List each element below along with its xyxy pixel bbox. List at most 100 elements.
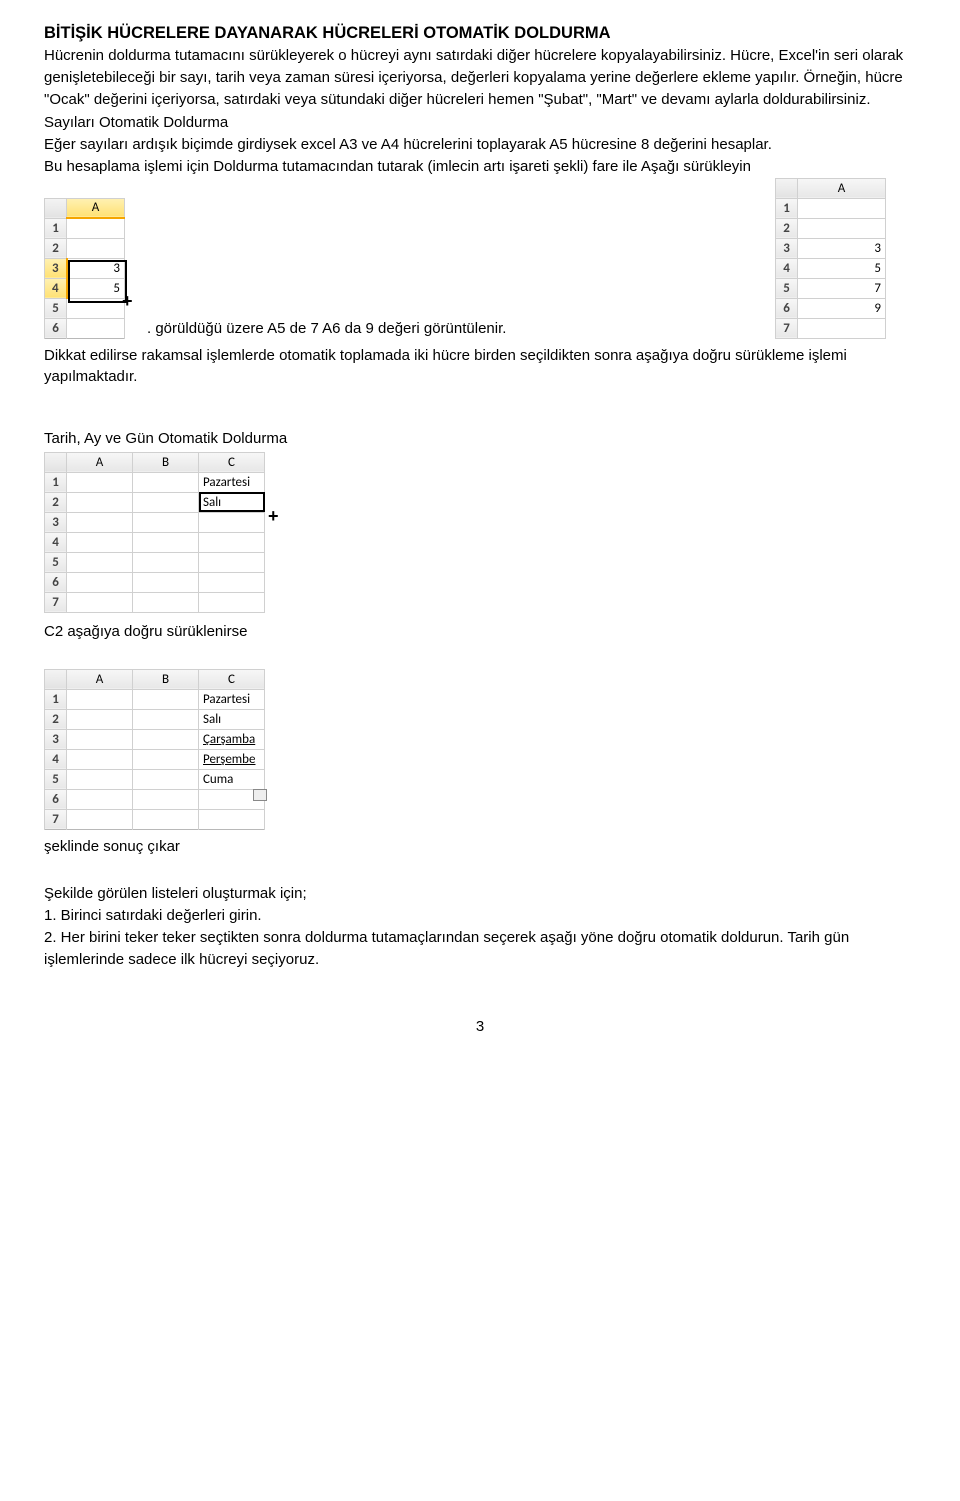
xl-row-header: 3 <box>45 258 67 278</box>
xl-cell <box>67 709 133 729</box>
xl-cell <box>67 512 133 532</box>
xl-row-header: 3 <box>45 512 67 532</box>
excel-snippet-1: A 1 2 33 45 5 6 + <box>44 198 125 339</box>
xl-row-header: 2 <box>45 238 67 258</box>
xl-corner <box>776 178 798 198</box>
paragraph-7: Şekilde görülen listeleri oluşturmak içi… <box>44 883 916 905</box>
xl-cell <box>67 492 133 512</box>
xl-cell <box>67 572 133 592</box>
xl-row-header: 6 <box>45 318 67 338</box>
xl-row-header: 1 <box>45 472 67 492</box>
xl-col-header: A <box>67 669 133 689</box>
xl-cell <box>67 789 133 809</box>
xl-row-header: 7 <box>45 809 67 829</box>
fill-handle-plus-icon: + <box>268 507 279 525</box>
excel-snippet-3: A B C 1Pazartesi 2Salı 3 4 5 6 7 + <box>44 452 265 613</box>
xl-row-header: 5 <box>45 769 67 789</box>
xl-row-header: 5 <box>45 298 67 318</box>
xl-row-header: 4 <box>45 532 67 552</box>
xl-corner <box>45 669 67 689</box>
xl-cell: 3 <box>67 258 125 278</box>
xl-row-header: 7 <box>45 592 67 612</box>
xl-cell <box>67 298 125 318</box>
xl-row-header: 2 <box>776 218 798 238</box>
xl-cell-selected: Salı <box>199 492 265 512</box>
xl-cell <box>67 809 133 829</box>
xl-cell: Salı <box>199 709 265 729</box>
xl-corner <box>45 198 67 218</box>
xl-cell <box>133 552 199 572</box>
xl-cell <box>133 592 199 612</box>
xl-cell <box>199 592 265 612</box>
xl-cell <box>798 218 886 238</box>
document-title: BİTİŞİK HÜCRELERE DAYANARAK HÜCRELERİ OT… <box>44 24 916 43</box>
paragraph-5: C2 aşağıya doğru sürüklenirse <box>44 621 916 643</box>
xl-row-header: 4 <box>45 278 67 298</box>
xl-row-header: 3 <box>45 729 67 749</box>
xl-cell: 5 <box>67 278 125 298</box>
xl-cell <box>133 532 199 552</box>
xl-cell: Çarşamba <box>199 729 265 749</box>
xl-cell <box>133 749 199 769</box>
xl-cell <box>67 532 133 552</box>
xl-cell <box>199 809 265 829</box>
xl-row-header: 6 <box>776 298 798 318</box>
subheading-1: Sayıları Otomatik Doldurma <box>44 112 916 134</box>
xl-cell <box>133 729 199 749</box>
paragraph-4: Dikkat edilirse rakamsal işlemlerde otom… <box>44 345 916 389</box>
xl-cell <box>133 492 199 512</box>
xl-col-header: A <box>67 452 133 472</box>
xl-cell <box>67 552 133 572</box>
xl-cell <box>133 789 199 809</box>
xl-cell <box>67 689 133 709</box>
xl-col-header: C <box>199 452 265 472</box>
xl-cell: 5 <box>798 258 886 278</box>
text-after-images: . görüldüğü üzere A5 de 7 A6 da 9 değeri… <box>147 320 506 337</box>
excel-snippet-2: A 1 2 33 45 57 69 7 <box>775 178 886 339</box>
paragraph-6: şeklinde sonuç çıkar <box>44 836 916 858</box>
excel-snippet-4: A B C 1Pazartesi 2Salı 3Çarşamba 4Perşem… <box>44 669 265 830</box>
xl-row-header: 1 <box>45 689 67 709</box>
xl-col-header: A <box>67 198 125 218</box>
xl-cell <box>67 769 133 789</box>
xl-row-header: 6 <box>45 572 67 592</box>
xl-row-header: 5 <box>45 552 67 572</box>
xl-cell <box>133 709 199 729</box>
autofill-options-icon <box>253 789 267 801</box>
xl-cell: 9 <box>798 298 886 318</box>
xl-cell <box>67 592 133 612</box>
xl-cell <box>133 472 199 492</box>
paragraph-3: Bu hesaplama işlemi için Doldurma tutama… <box>44 156 916 178</box>
xl-cell <box>67 218 125 238</box>
xl-row-header: 4 <box>776 258 798 278</box>
xl-cell <box>199 512 265 532</box>
xl-cell: 7 <box>798 278 886 298</box>
xl-cell <box>798 198 886 218</box>
paragraph-1: Hücrenin doldurma tutamacını sürükleyere… <box>44 45 916 110</box>
subheading-2: Tarih, Ay ve Gün Otomatik Doldurma <box>44 428 916 450</box>
xl-row-header: 3 <box>776 238 798 258</box>
xl-cell <box>199 572 265 592</box>
list-item-2: 2. Her birini teker teker seçtikten sonr… <box>44 927 916 971</box>
xl-col-header: C <box>199 669 265 689</box>
xl-cell: Pazartesi <box>199 689 265 709</box>
xl-row-header: 2 <box>45 492 67 512</box>
xl-cell <box>133 512 199 532</box>
xl-corner <box>45 452 67 472</box>
xl-row-header: 2 <box>45 709 67 729</box>
xl-col-header: B <box>133 669 199 689</box>
xl-cell <box>67 472 133 492</box>
xl-row-header: 5 <box>776 278 798 298</box>
fill-handle-plus-icon: + <box>122 292 133 310</box>
xl-col-header: B <box>133 452 199 472</box>
xl-cell: Pazartesi <box>199 472 265 492</box>
xl-row-header: 6 <box>45 789 67 809</box>
xl-cell <box>199 532 265 552</box>
paragraph-2: Eğer sayıları ardışık biçimde girdiysek … <box>44 134 916 156</box>
xl-cell <box>199 552 265 572</box>
xl-cell <box>67 729 133 749</box>
xl-row-header: 7 <box>776 318 798 338</box>
xl-cell <box>133 809 199 829</box>
xl-cell <box>133 689 199 709</box>
xl-cell: 3 <box>798 238 886 258</box>
